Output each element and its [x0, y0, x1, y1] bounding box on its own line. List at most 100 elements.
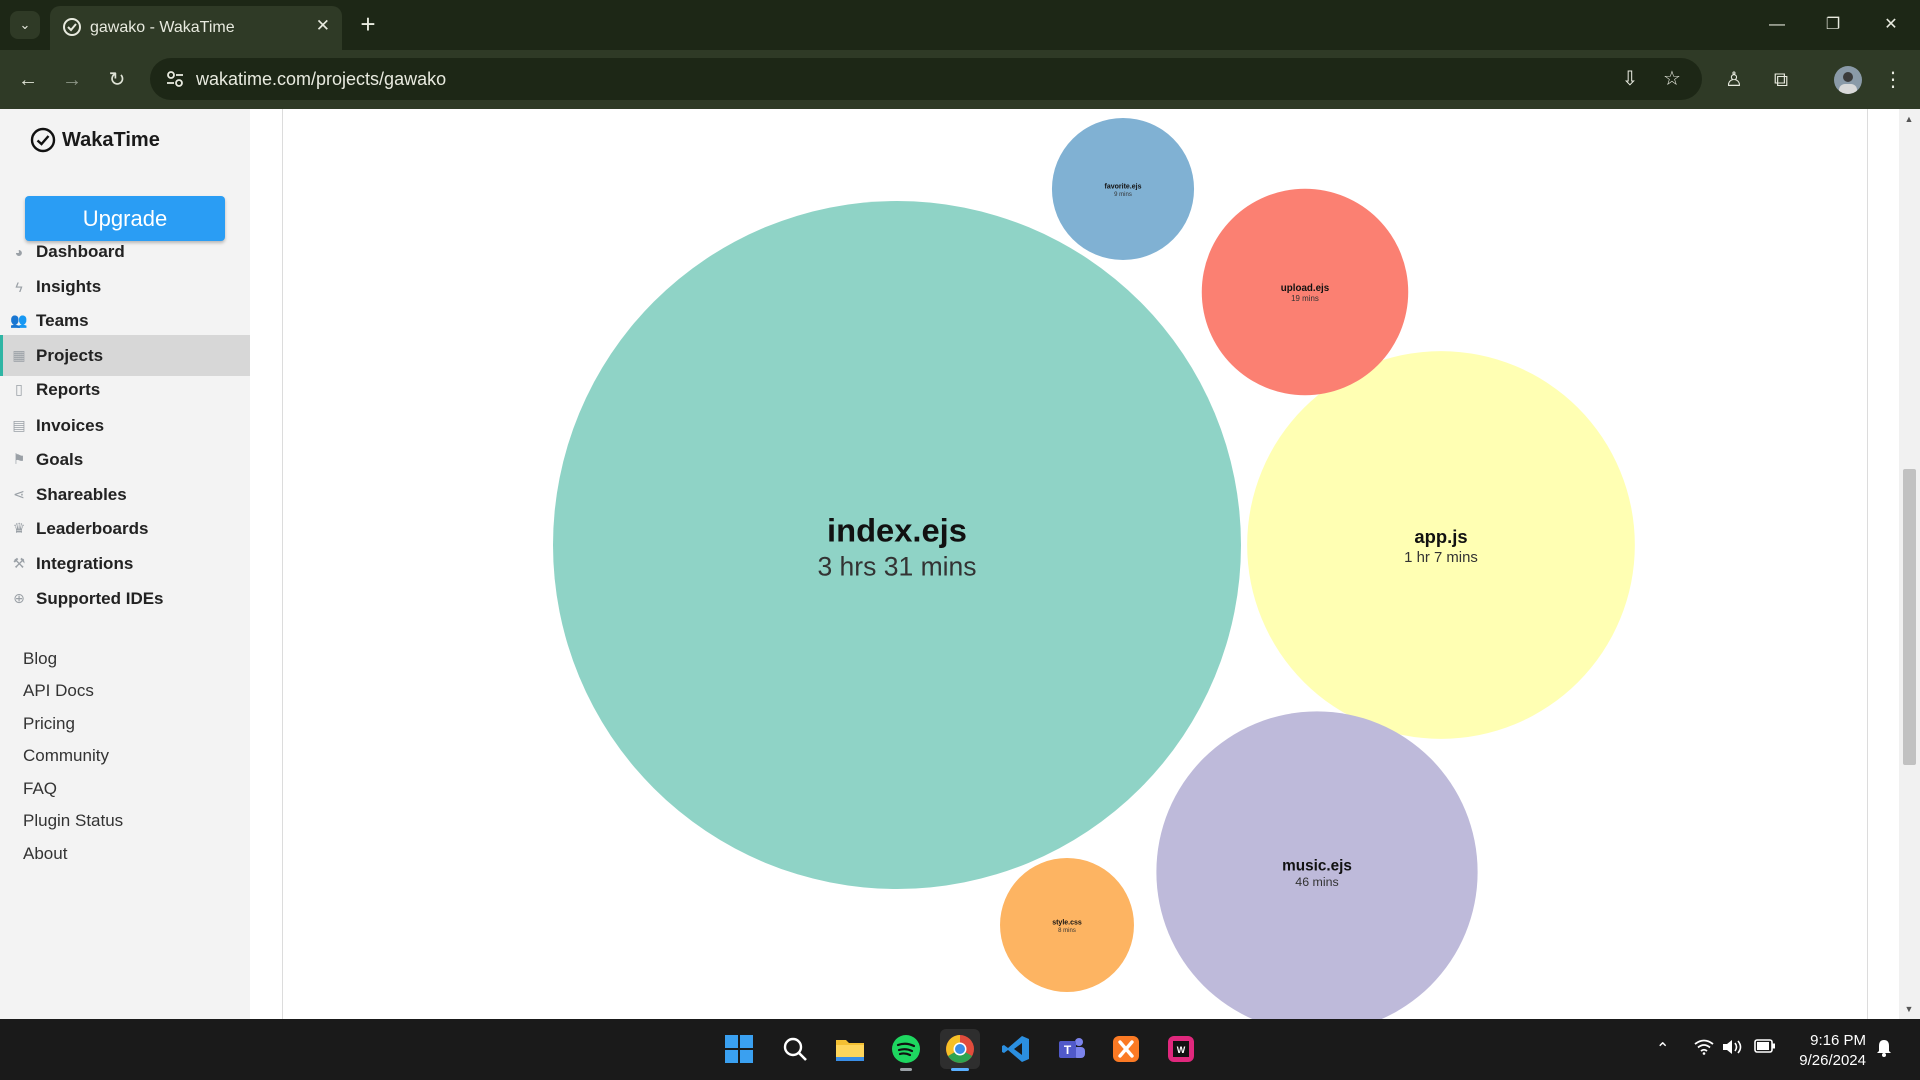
profile-avatar[interactable] — [1834, 66, 1862, 94]
notification-bell-icon[interactable] — [1876, 1039, 1892, 1062]
bolt-icon: ϟ — [15, 278, 23, 295]
bubble-music-ejs[interactable]: music.ejs46 mins — [1156, 711, 1478, 1019]
browser-tab[interactable]: gawako - WakaTime ✕ — [50, 6, 342, 50]
file-explorer-icon[interactable] — [830, 1029, 870, 1069]
footer-link-pricing[interactable]: Pricing — [23, 714, 75, 734]
teams-icon[interactable]: T — [1051, 1029, 1091, 1069]
scroll-down-icon[interactable]: ▼ — [1904, 1005, 1914, 1014]
bubble-favorite-ejs[interactable]: favorite.ejs 9 mins — [1051, 117, 1195, 261]
install-app-icon[interactable]: ⇩ — [1618, 67, 1642, 91]
sidebar-item-supported-ides[interactable]: ⊕ Supported IDEs — [0, 578, 250, 619]
bubble-file-name: app.js — [1414, 526, 1467, 547]
tab-search-button[interactable]: ⌄ — [10, 11, 40, 39]
main-content: index.ejs 3 hrs 31 mins app.js 1 hr 7 mins m… — [250, 109, 1920, 1019]
bubble-app-js[interactable]: app.js 1 hr 7 mins — [1247, 351, 1635, 739]
clock-time: 9:16 PM — [1810, 1032, 1866, 1049]
sidebar-item-label: Dashboard — [36, 241, 125, 261]
wakatime-favicon-icon — [63, 18, 81, 36]
dashboard-icon: ◕ — [14, 243, 24, 260]
scroll-thumb[interactable] — [1903, 469, 1916, 765]
bubble-index-ejs[interactable]: index.ejs3 hrs 31 mins — [553, 201, 1241, 889]
sidebar-item-reports[interactable]: ▯ Reports — [0, 369, 250, 410]
sidebar: WakaTime Upgrade ◕ Dashboard ϟ Insights 👥 Tea… — [0, 109, 250, 1019]
svg-text:T: T — [1064, 1043, 1072, 1057]
wakatime-logo-icon — [30, 127, 56, 153]
extension-avatar-icon[interactable]: ♙ — [1718, 64, 1750, 96]
sidebar-item-label: Leaderboards — [36, 518, 149, 538]
project-files-card: index.ejs 3 hrs 31 mins app.js 1 hr 7 mins m… — [282, 109, 1868, 1019]
address-bar[interactable]: wakatime.com/projects/gawako ⇩ ☆ — [150, 58, 1702, 100]
site-info-icon[interactable] — [164, 68, 186, 90]
reload-icon[interactable]: ↻ — [101, 64, 133, 96]
search-icon[interactable] — [775, 1029, 815, 1069]
trophy-icon: ♛ — [12, 520, 26, 536]
wakatime-page: WakaTime Upgrade ◕ Dashboard ϟ Insights 👥 Tea… — [0, 109, 1920, 1019]
bubble-time-label: 19 mins — [1291, 294, 1319, 303]
page-scrollbar[interactable]: ▲ ▼ — [1899, 109, 1920, 1019]
bubble-file-name: style.css — [1052, 919, 1082, 926]
footer-link-blog[interactable]: Blog — [23, 649, 57, 669]
running-indicator — [951, 1068, 969, 1071]
bubble-file-name: index.ejs — [827, 512, 967, 549]
tab-title: gawako - WakaTime — [90, 19, 235, 36]
browser-toolbar: ← → ↻ wakatime.com/projects/gawako ⇩ ☆ ♙… — [0, 50, 1920, 109]
bookmark-star-icon[interactable]: ☆ — [1660, 67, 1684, 91]
share-icon: ⋖ — [13, 486, 25, 502]
sidebar-item-label: Insights — [36, 276, 102, 296]
chrome-icon[interactable] — [940, 1029, 980, 1071]
browser-menu-icon[interactable]: ⋮ — [1877, 64, 1909, 96]
plus-circle-icon: ⊕ — [13, 590, 25, 606]
footer-link-about[interactable]: About — [23, 844, 67, 864]
bubble-time-label: 9 mins — [1114, 192, 1132, 198]
bubble-upload-ejs[interactable]: upload.ejs19 mins — [1201, 188, 1409, 396]
tray-overflow-chevron-icon[interactable]: ⌃ — [1656, 1039, 1669, 1059]
bubble-file-name: upload.ejs — [1281, 283, 1330, 294]
vscode-icon[interactable] — [996, 1029, 1036, 1069]
sidebar-item-label: Shareables — [36, 484, 127, 504]
spotify-icon[interactable] — [886, 1029, 926, 1071]
back-icon[interactable]: ← — [12, 64, 44, 96]
battery-icon[interactable] — [1754, 1039, 1776, 1058]
extensions-puzzle-icon[interactable]: ⧉ — [1765, 64, 1797, 96]
restore-icon[interactable]: ❐ — [1808, 8, 1858, 42]
clock-date: 9/26/2024 — [1799, 1052, 1866, 1069]
forward-icon[interactable]: → — [56, 64, 88, 96]
close-tab-icon[interactable]: ✕ — [316, 16, 330, 36]
browser-tab-strip: ⌄ gawako - WakaTime ✕ + — ❐ ✕ — [0, 0, 1920, 50]
bubble-time-label: 3 hrs 31 mins — [817, 551, 976, 581]
footer-link-community[interactable]: Community — [23, 746, 109, 766]
footer-link-api-docs[interactable]: API Docs — [23, 681, 94, 701]
volume-icon[interactable] — [1722, 1039, 1744, 1060]
bubble-file-name: music.ejs — [1282, 857, 1352, 874]
sidebar-item-label: Integrations — [36, 553, 134, 573]
sidebar-item-label: Projects — [36, 345, 104, 365]
sidebar-item-label: Supported IDEs — [36, 588, 164, 608]
sidebar-item-label: Reports — [36, 379, 101, 399]
running-indicator — [900, 1068, 912, 1071]
start-icon[interactable] — [719, 1029, 759, 1069]
grid-icon: ▦ — [12, 347, 26, 363]
xampp-icon[interactable] — [1106, 1029, 1146, 1069]
webstorm-icon[interactable]: W — [1161, 1029, 1201, 1069]
profile-icon — [1839, 72, 1857, 94]
users-icon: 👥 — [10, 312, 28, 328]
bubble-file-name: favorite.ejs — [1105, 183, 1142, 190]
windows-taskbar: T W ⌃ 9:16 PM 9/26/2024 — [0, 1019, 1920, 1080]
sidebar-item-label: Teams — [36, 310, 89, 330]
sidebar-item-label: Invoices — [36, 415, 105, 435]
wakatime-logo[interactable]: WakaTime — [30, 127, 160, 153]
file-icon: ▤ — [12, 417, 26, 433]
new-tab-button[interactable]: + — [352, 8, 384, 40]
bubble-time-label: 8 mins — [1058, 928, 1076, 934]
taskbar-clock[interactable]: 9:16 PM 9/26/2024 — [1799, 1031, 1866, 1071]
pdf-icon: ▯ — [15, 381, 23, 397]
wifi-icon[interactable] — [1694, 1039, 1714, 1060]
close-window-icon[interactable]: ✕ — [1866, 8, 1916, 42]
footer-link-faq[interactable]: FAQ — [23, 779, 57, 799]
sidebar-item-label: Goals — [36, 449, 84, 469]
files-bubble-chart: index.ejs3 hrs 31 mins app.js 1 hr 7 mins m… — [553, 117, 1635, 1019]
bubble-style-css[interactable]: style.css 8 mins — [1000, 858, 1134, 992]
minimize-icon[interactable]: — — [1752, 8, 1802, 42]
scroll-up-icon[interactable]: ▲ — [1904, 115, 1914, 124]
footer-link-plugin-status[interactable]: Plugin Status — [23, 811, 123, 831]
